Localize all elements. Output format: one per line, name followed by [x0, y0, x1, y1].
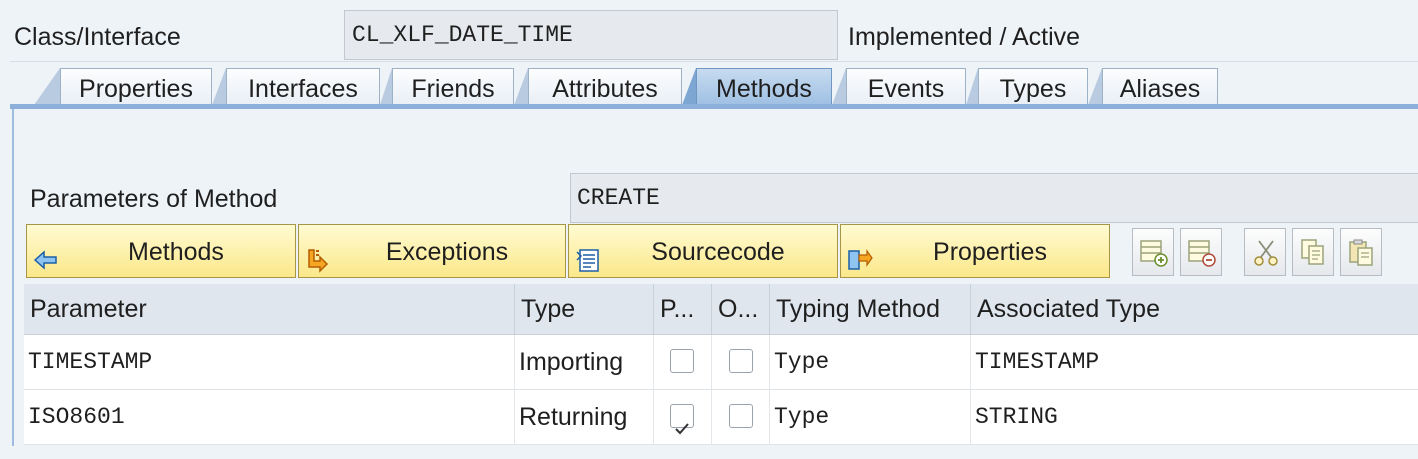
tab-label: Events — [867, 75, 945, 103]
cell-type[interactable]: Returning — [515, 390, 654, 444]
delete-row-button[interactable] — [1180, 228, 1222, 276]
cell-associated-type[interactable]: STRING — [971, 390, 1418, 444]
tab-edge — [1088, 68, 1102, 105]
exception-arrow-icon — [305, 238, 331, 273]
tab-edge — [832, 68, 846, 105]
column-header-associated-type[interactable]: Associated Type — [971, 284, 1418, 334]
tab-edge — [682, 68, 696, 105]
tab-label: Types — [999, 75, 1067, 103]
column-header-parameter[interactable]: Parameter — [24, 284, 515, 334]
column-header-typing-method[interactable]: Typing Method — [770, 284, 971, 334]
tab-edge — [966, 68, 978, 105]
cell-pass-by-value — [654, 390, 712, 444]
tab-types[interactable]: Types — [978, 68, 1088, 105]
properties-button-label: Properties — [933, 238, 1047, 266]
source-code-icon — [575, 238, 601, 272]
class-interface-value: CL_XLF_DATE_TIME — [352, 22, 573, 48]
parameters-table: Parameter Type P... O... Typing Method A… — [24, 284, 1418, 446]
methods-button[interactable]: Methods — [26, 224, 296, 278]
column-header-optional[interactable]: O... — [712, 284, 770, 334]
checkmark-icon — [675, 423, 689, 435]
optional-checkbox[interactable] — [729, 349, 753, 373]
cell-associated-type[interactable]: TIMESTAMP — [971, 335, 1418, 389]
copy-icon — [1301, 239, 1324, 265]
cell-optional — [712, 390, 770, 444]
cell-parameter[interactable]: ISO8601 — [24, 390, 515, 444]
optional-checkbox[interactable] — [729, 404, 753, 428]
cut-icon — [1254, 240, 1278, 266]
methods-button-label: Methods — [128, 238, 224, 266]
arrow-left-icon — [33, 238, 59, 270]
properties-icon — [847, 238, 873, 270]
sourcecode-button[interactable]: Sourcecode — [568, 224, 838, 278]
tab-label: Methods — [716, 75, 812, 103]
paste-button[interactable] — [1340, 228, 1382, 276]
column-header-type[interactable]: Type — [515, 284, 654, 334]
tab-edge — [380, 68, 392, 105]
cell-pass-by-value — [654, 335, 712, 389]
method-name-field[interactable] — [570, 173, 1418, 223]
tab-methods[interactable]: Methods — [696, 68, 832, 105]
table-row[interactable]: TIMESTAMP Importing Type TIMESTAMP — [24, 335, 1418, 390]
class-status-text: Implemented / Active — [848, 23, 1081, 51]
table-header-row: Parameter Type P... O... Typing Method A… — [24, 284, 1418, 335]
tab-edge — [34, 68, 60, 105]
column-header-pass-by-value[interactable]: P... — [654, 284, 712, 334]
tab-edge — [212, 68, 226, 105]
tab-properties[interactable]: Properties — [60, 68, 212, 105]
parameters-of-method-label: Parameters of Method — [30, 185, 278, 213]
cell-parameter[interactable]: TIMESTAMP — [24, 335, 515, 389]
class-interface-label: Class/Interface — [14, 23, 181, 51]
cell-type[interactable]: Importing — [515, 335, 654, 389]
tab-events[interactable]: Events — [846, 68, 966, 105]
tab-interfaces[interactable]: Interfaces — [226, 68, 380, 105]
exceptions-button[interactable]: Exceptions — [298, 224, 566, 278]
tab-label: Aliases — [1119, 75, 1201, 103]
tab-attributes[interactable]: Attributes — [528, 68, 682, 105]
tab-friends[interactable]: Friends — [392, 68, 514, 105]
pass-by-value-checkbox[interactable] — [670, 349, 694, 373]
tab-label: Interfaces — [248, 75, 358, 103]
cell-optional — [712, 335, 770, 389]
exceptions-button-label: Exceptions — [385, 238, 509, 266]
table-row[interactable]: ISO8601 Returning Type STRING — [24, 390, 1418, 445]
insert-row-button[interactable] — [1132, 228, 1174, 276]
cell-typing-method[interactable]: Type — [770, 390, 971, 444]
tab-label: Properties — [79, 75, 193, 103]
method-name-value: CREATE — [577, 185, 660, 211]
tab-edge — [514, 68, 528, 105]
copy-button[interactable] — [1292, 228, 1334, 276]
sourcecode-button-label: Sourcecode — [651, 238, 785, 266]
tab-label: Attributes — [552, 75, 658, 103]
pass-by-value-checkbox[interactable] — [670, 404, 694, 435]
properties-button[interactable]: Properties — [840, 224, 1110, 278]
tab-label: Friends — [411, 75, 495, 103]
cell-typing-method[interactable]: Type — [770, 335, 971, 389]
paste-icon — [1349, 239, 1373, 266]
tab-aliases[interactable]: Aliases — [1102, 68, 1218, 105]
delete-row-icon — [1188, 240, 1216, 267]
insert-row-icon — [1140, 240, 1168, 267]
header-divider — [10, 61, 1418, 62]
cut-button[interactable] — [1244, 228, 1286, 276]
